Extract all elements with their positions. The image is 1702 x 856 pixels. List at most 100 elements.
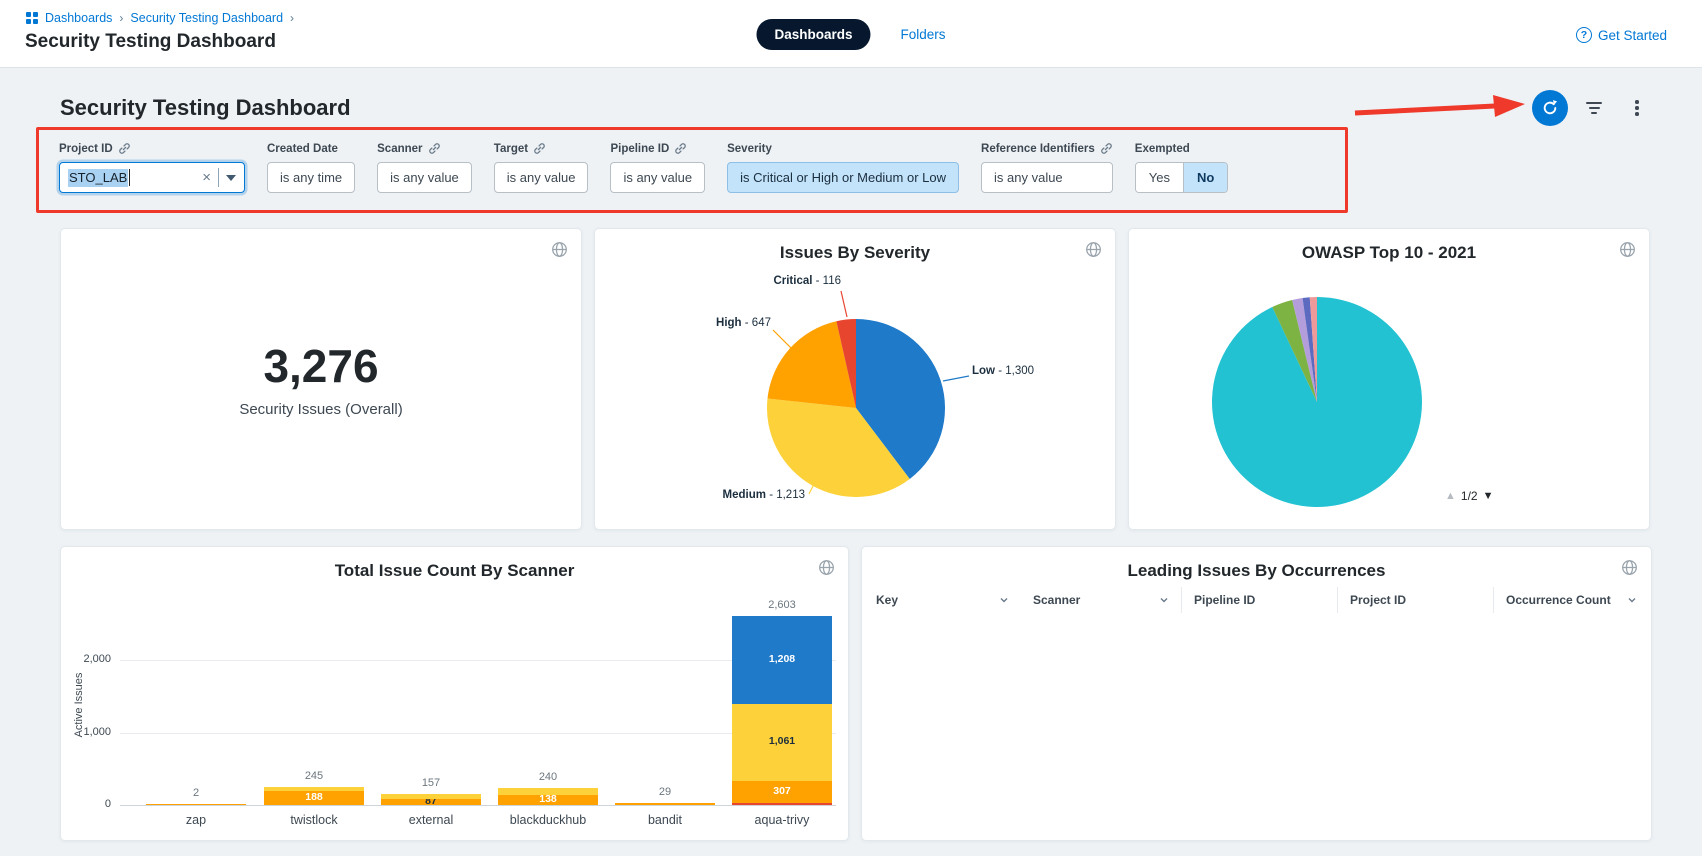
pipeline-id-filter-button[interactable]: is any value	[610, 162, 705, 193]
input-divider	[218, 168, 219, 187]
filter-reference-identifiers: Reference Identifiers is any value	[981, 141, 1113, 210]
filter-severity-label: Severity	[727, 143, 772, 155]
bar-segment-bandit[interactable]	[615, 803, 715, 805]
link-icon	[533, 142, 546, 155]
column-header-key[interactable]: Key	[864, 587, 1021, 613]
dashboards-grid-icon	[26, 12, 38, 24]
exempted-yes-button[interactable]: Yes	[1136, 163, 1183, 192]
scanner-filter-button[interactable]: is any value	[377, 162, 472, 193]
bar-category-label: blackduckhub	[493, 813, 603, 827]
column-header-pipeline-id[interactable]: Pipeline ID	[1181, 587, 1337, 613]
column-header-project-id[interactable]: Project ID	[1337, 587, 1493, 613]
page-up-icon[interactable]: ▲	[1445, 490, 1456, 502]
bar-total-label: 2	[141, 787, 251, 799]
y-tick-label: 1,000	[61, 726, 111, 738]
filter-exempted: Exempted Yes No	[1135, 141, 1229, 210]
nav-tabs: Dashboards Folders	[756, 19, 945, 50]
card-leading-issues-by-occurrences: Leading Issues By Occurrences Key Scanne…	[861, 546, 1652, 841]
filter-toggle-icon[interactable]	[1583, 100, 1605, 116]
page-down-icon[interactable]: ▼	[1483, 490, 1494, 502]
breadcrumb-current[interactable]: Security Testing Dashboard	[130, 11, 283, 25]
bar-segment-zap[interactable]	[146, 804, 246, 805]
callout-medium: Medium - 1,213	[705, 489, 805, 501]
bar-chart: 01,0002,0002zap188245twistlock87157exter…	[61, 547, 848, 840]
target-filter-button[interactable]: is any value	[494, 162, 589, 193]
bar-segment-twistlock[interactable]	[264, 787, 364, 791]
card-title: OWASP Top 10 - 2021	[1129, 243, 1649, 263]
reference-identifiers-filter-button[interactable]: is any value	[981, 162, 1113, 193]
gridline	[120, 733, 836, 734]
project-id-input[interactable]: STO_LAB ×	[59, 162, 245, 193]
refresh-icon	[1541, 99, 1559, 117]
card-title: Issues By Severity	[595, 243, 1115, 263]
link-icon	[428, 142, 441, 155]
created-date-filter-button[interactable]: is any time	[267, 162, 355, 193]
clear-icon[interactable]: ×	[199, 170, 214, 185]
bar-segment-external[interactable]	[381, 794, 481, 799]
exempted-no-button[interactable]: No	[1183, 163, 1227, 192]
card-total-issue-count-by-scanner: Total Issue Count By Scanner Active Issu…	[60, 546, 849, 841]
bar-segment-blackduckhub[interactable]	[498, 788, 598, 795]
filter-severity: Severity is Critical or High or Medium o…	[727, 141, 959, 210]
owasp-pie-chart	[1212, 297, 1422, 507]
filter-bar: Project ID STO_LAB × Created Date is any…	[39, 132, 1346, 210]
bar-segment-label: 1,061	[732, 735, 832, 747]
globe-icon[interactable]	[1621, 559, 1638, 576]
annotation-arrow	[1347, 86, 1537, 130]
globe-icon[interactable]	[1619, 241, 1636, 258]
filter-scanner-label: Scanner	[377, 143, 422, 155]
severity-pie-chart	[767, 319, 945, 497]
overall-count-label: Security Issues (Overall)	[61, 401, 581, 418]
tab-folders[interactable]: Folders	[901, 27, 946, 42]
bar-total-label: 29	[610, 786, 720, 798]
globe-icon[interactable]	[1085, 241, 1102, 258]
breadcrumb-dashboards[interactable]: Dashboards	[45, 11, 112, 25]
bar-segment-label: 1,208	[732, 653, 832, 665]
sort-chevron-icon[interactable]	[1627, 595, 1637, 605]
app-header: Dashboards › Security Testing Dashboard …	[0, 0, 1702, 67]
breadcrumb: Dashboards › Security Testing Dashboard …	[26, 11, 294, 25]
filter-target: Target is any value	[494, 141, 589, 210]
chevron-down-icon[interactable]	[226, 175, 236, 181]
filter-pipeline-id: Pipeline ID is any value	[610, 141, 705, 210]
filter-created-date-label: Created Date	[267, 143, 338, 155]
breadcrumb-separator: ›	[119, 11, 123, 25]
filter-exempted-label: Exempted	[1135, 143, 1190, 155]
card-title: Leading Issues By Occurrences	[862, 561, 1651, 581]
bar-total-label: 157	[376, 777, 486, 789]
get-started-link[interactable]: ? Get Started	[1576, 27, 1667, 43]
project-id-value: STO_LAB	[68, 169, 128, 187]
sort-chevron-icon[interactable]	[999, 595, 1009, 605]
tab-dashboards[interactable]: Dashboards	[756, 19, 870, 50]
globe-icon[interactable]	[551, 241, 568, 258]
more-options-button[interactable]	[1630, 97, 1644, 119]
bar-category-label: zap	[141, 813, 251, 827]
filter-pipeline-id-label: Pipeline ID	[610, 143, 669, 155]
bar-segment-label: 307	[732, 785, 832, 797]
pie-pager: ▲ 1/2 ▼	[1445, 489, 1493, 503]
filter-reference-identifiers-label: Reference Identifiers	[981, 143, 1095, 155]
gridline	[120, 660, 836, 661]
dashboard-title: Security Testing Dashboard	[60, 95, 351, 121]
severity-filter-button[interactable]: is Critical or High or Medium or Low	[727, 162, 959, 193]
bar-category-label: bandit	[610, 813, 720, 827]
breadcrumb-separator: ›	[290, 11, 294, 25]
filter-scanner: Scanner is any value	[377, 141, 472, 210]
overall-count-value: 3,276	[61, 339, 581, 393]
table-body	[864, 613, 1649, 838]
card-issues-by-severity: Issues By Severity Critical - 116 High -…	[594, 228, 1116, 530]
callout-low: Low - 1,300	[972, 365, 1034, 377]
bar-category-label: aqua-trivy	[727, 813, 837, 827]
link-icon	[674, 142, 687, 155]
filter-project-id: Project ID STO_LAB ×	[59, 141, 245, 210]
filter-created-date: Created Date is any time	[267, 141, 355, 210]
sort-chevron-icon[interactable]	[1159, 595, 1169, 605]
bar-segment-label: 188	[264, 791, 364, 803]
bar-category-label: external	[376, 813, 486, 827]
refresh-button[interactable]	[1532, 90, 1568, 126]
column-header-occurrence-count[interactable]: Occurrence Count	[1493, 587, 1649, 613]
column-header-scanner[interactable]: Scanner	[1021, 587, 1181, 613]
bar-segment-aqua-trivy[interactable]	[732, 803, 832, 805]
filter-project-id-label: Project ID	[59, 143, 113, 155]
help-icon: ?	[1576, 27, 1592, 43]
